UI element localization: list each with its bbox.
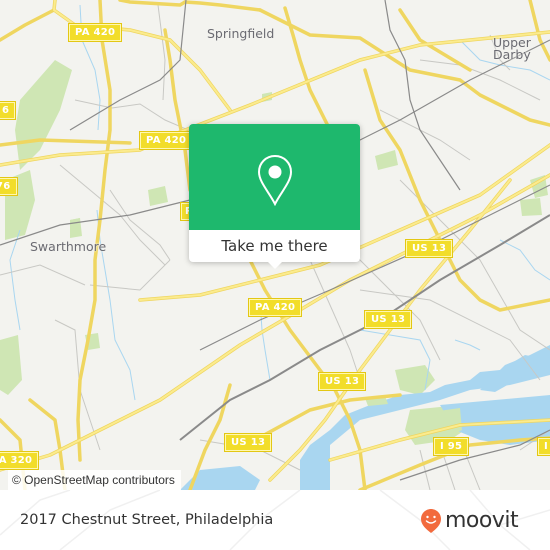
rail-line <box>69 0 187 131</box>
road <box>118 0 187 7</box>
park-area <box>375 150 398 170</box>
route-shield-us13: US 13 <box>406 240 453 257</box>
route-shield-pa420: PA 420 <box>140 132 193 149</box>
park-area <box>520 198 542 216</box>
route-shield-us13: US 13 <box>365 311 412 328</box>
popup-pointer <box>267 261 283 269</box>
route-shield-pa420: PA 420 <box>69 24 122 41</box>
moovit-logo[interactable]: moovit <box>420 508 519 534</box>
destination-popup[interactable]: Take me there <box>189 124 360 269</box>
take-me-there-button[interactable]: Take me there <box>189 230 360 262</box>
location-pin-icon <box>257 154 293 206</box>
route-shield-edge: 76 <box>0 178 17 195</box>
route-shield-i95: I 95 <box>434 438 469 455</box>
route-shield-edge: 6 <box>0 102 16 119</box>
stream <box>454 339 481 351</box>
road <box>283 6 332 132</box>
road <box>183 0 262 12</box>
destination-address: 2017 Chestnut Street, Philadelphia <box>20 512 274 528</box>
route-shield-us13: US 13 <box>225 434 272 451</box>
map-view[interactable]: Springfield Upper Darby Swarthmore PA 42… <box>0 0 550 490</box>
place-label-upper-darby: Upper Darby <box>493 35 531 62</box>
road <box>157 4 166 101</box>
road <box>89 259 171 291</box>
moovit-smile-pin-icon <box>421 509 441 533</box>
park-area <box>0 335 22 395</box>
route-shield-pa420: PA 420 <box>249 299 302 316</box>
marsh <box>480 345 550 392</box>
place-label-springfield: Springfield <box>207 26 275 41</box>
stream <box>9 229 21 331</box>
route-shield-i95: I <box>538 438 550 455</box>
route-shield-pa320: PA 320 <box>0 452 39 469</box>
road <box>76 0 112 462</box>
footer-bar: 2017 Chestnut Street, Philadelphia moovi… <box>0 490 550 550</box>
popup-header <box>189 124 360 230</box>
stream <box>499 239 550 281</box>
road <box>0 8 56 42</box>
water <box>180 345 550 490</box>
road <box>528 0 550 62</box>
moovit-wordmark: moovit <box>445 508 519 533</box>
route-shield-us13: US 13 <box>319 373 366 390</box>
park-area <box>70 218 82 238</box>
map-attribution[interactable]: © OpenStreetMap contributors <box>8 470 181 490</box>
place-label-swarthmore: Swarthmore <box>30 239 107 254</box>
park-area <box>148 186 168 206</box>
park-area <box>395 365 435 395</box>
